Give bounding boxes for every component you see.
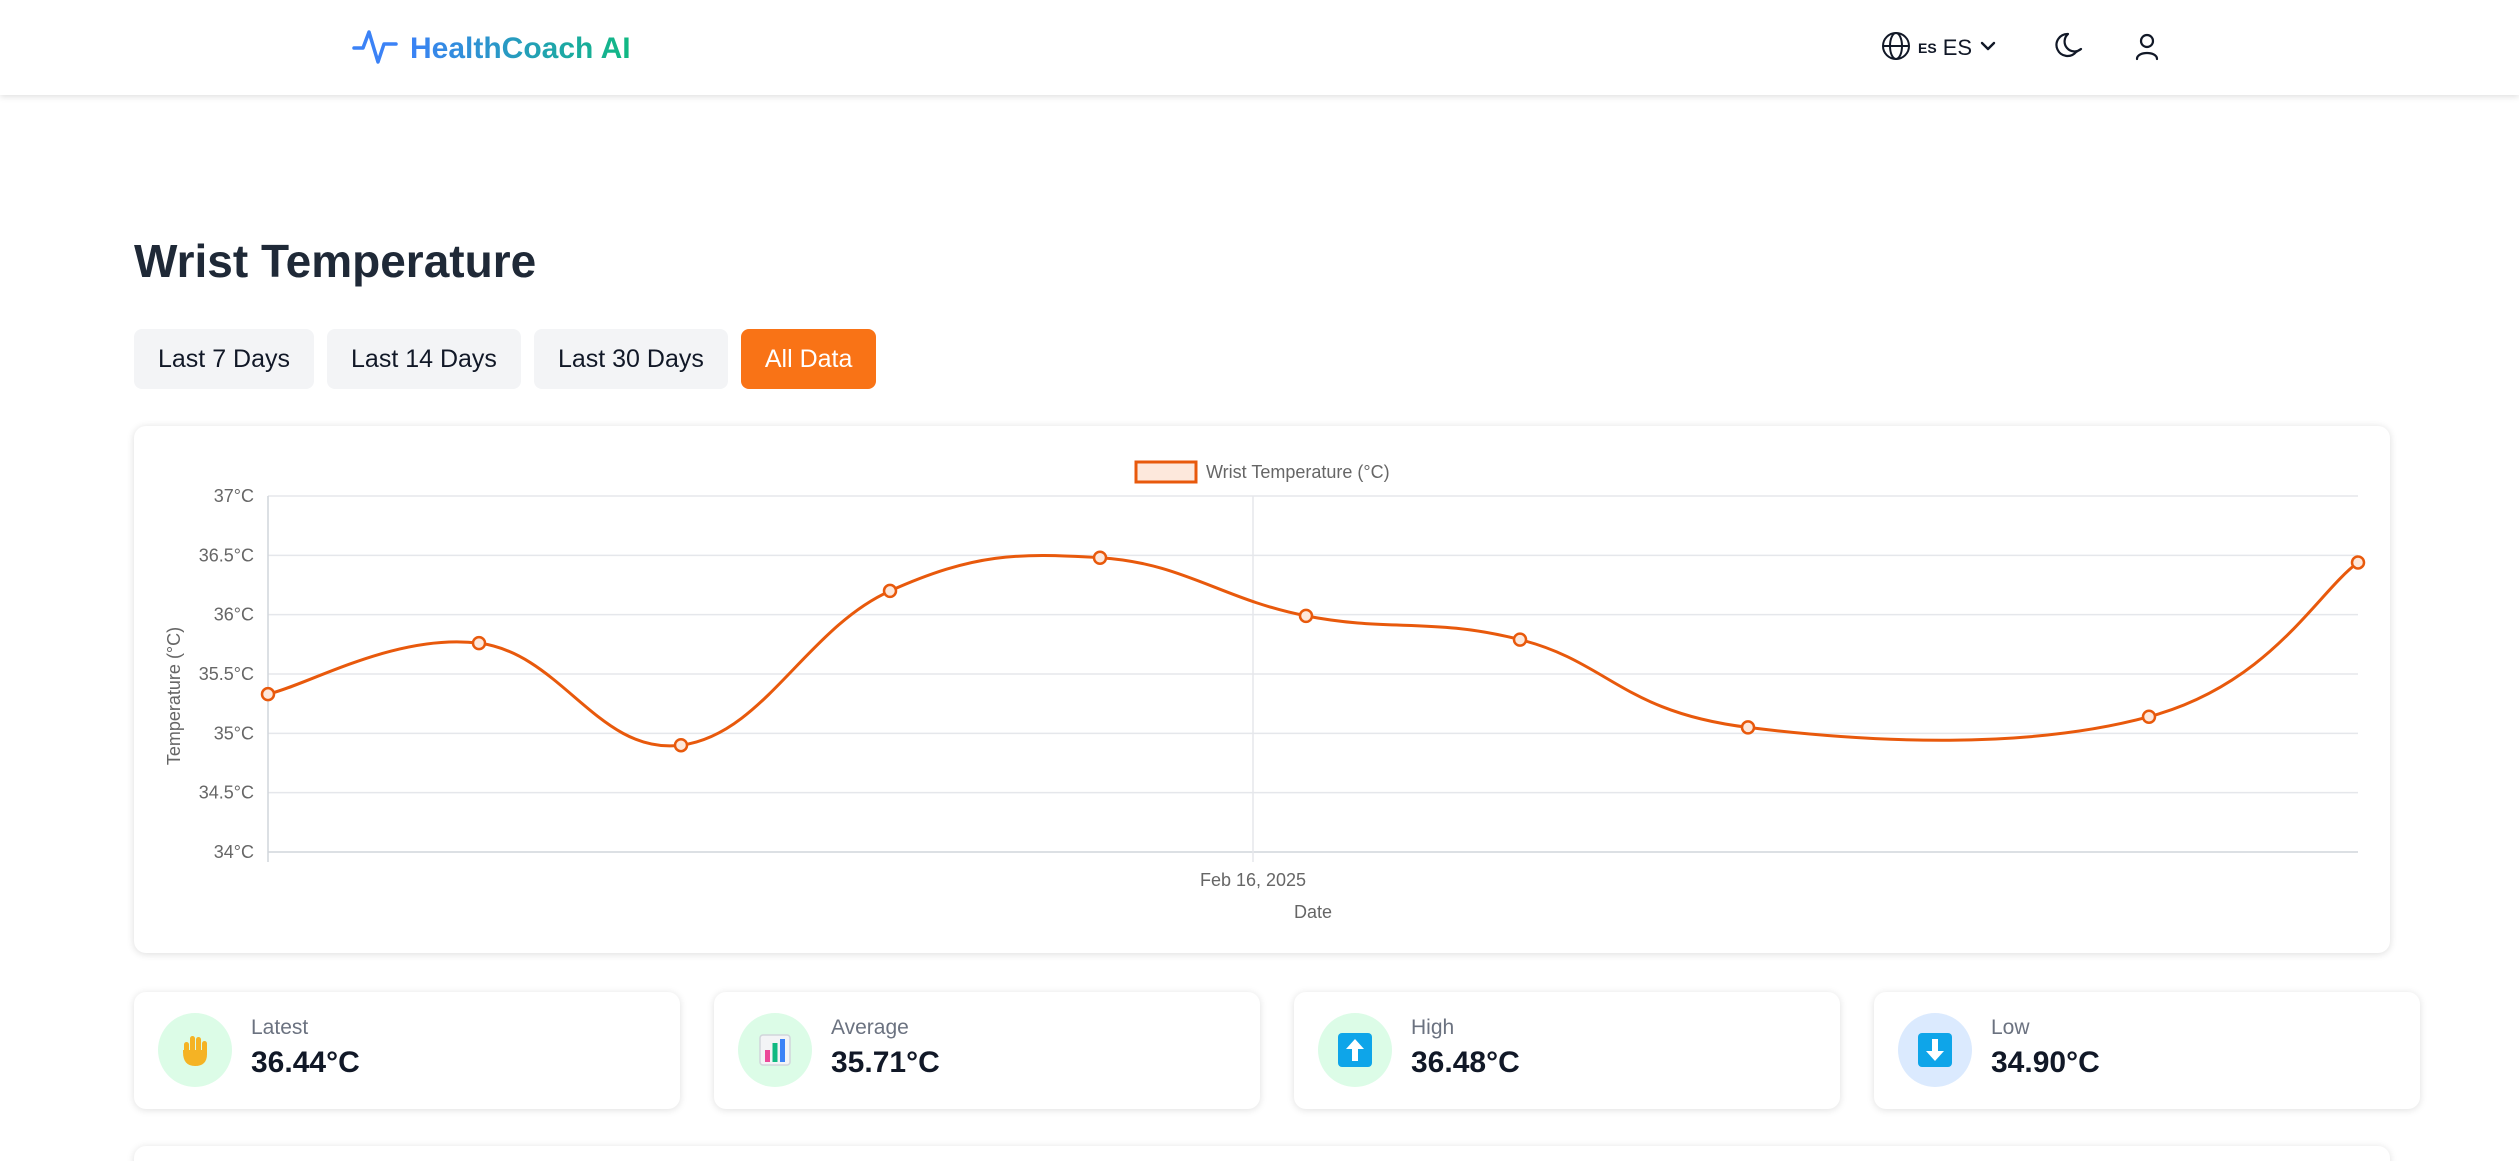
data-point[interactable]	[2141, 709, 2157, 724]
range-all-data-button[interactable]: All Data	[740, 329, 877, 389]
top-navbar: HealthCoach AI ES ES	[0, 0, 2519, 95]
moon-icon	[2054, 30, 2086, 67]
data-point[interactable]	[260, 686, 276, 702]
hand-icon	[158, 1013, 232, 1087]
page-title: Wrist Temperature	[134, 235, 537, 287]
brand-name: HealthCoach AI	[410, 27, 631, 71]
brand-logo[interactable]: HealthCoach AI	[352, 24, 631, 73]
data-point[interactable]	[1298, 608, 1314, 624]
chart-card: 34°C 34.5°C 35°C 35.5°C 36°C 36.5°C 37°C Wrist…	[134, 426, 2390, 953]
up-arrow-icon	[1318, 1013, 1392, 1087]
bar-chart-icon	[738, 1013, 812, 1087]
stat-card-latest: Latest 36.44°C	[134, 992, 680, 1109]
data-point[interactable]	[471, 635, 487, 651]
stat-value: 34.90°C	[1991, 1046, 2100, 1079]
profile-button[interactable]	[2127, 28, 2167, 68]
user-icon	[2131, 30, 2163, 67]
data-point[interactable]	[1092, 550, 1108, 565]
range-last-7-days-button[interactable]: Last 7 Days	[134, 329, 315, 389]
stat-label: High	[1411, 1016, 1455, 1039]
data-point[interactable]	[673, 737, 689, 753]
stat-value: 35.71°C	[831, 1046, 940, 1079]
stat-label: Latest	[251, 1016, 309, 1039]
data-point[interactable]	[2350, 555, 2366, 570]
legend-swatch	[1134, 460, 1198, 484]
language-flag-text: ES	[1918, 40, 1937, 56]
y-axis-title: Temperature (°C)	[164, 627, 184, 765]
series-line	[267, 554, 2359, 748]
chart-legend[interactable]: Wrist Temperature (°C)	[1134, 460, 1390, 484]
y-tick-label: 34.5°C	[199, 783, 254, 803]
y-tick-label: 35.5°C	[199, 664, 254, 684]
data-point[interactable]	[1512, 632, 1528, 647]
language-selector[interactable]: ES ES	[1880, 28, 1998, 68]
y-tick-label: 35°C	[214, 723, 254, 743]
secondary-card	[134, 1146, 2390, 1161]
stat-value: 36.44°C	[251, 1046, 360, 1079]
language-code: ES	[1942, 35, 1973, 60]
data-point[interactable]	[882, 583, 898, 599]
x-axis-title: Date	[1294, 902, 1332, 922]
stats-row: Latest 36.44°C Average 35.71°C High 36.4…	[134, 992, 2420, 1109]
legend-label: Wrist Temperature (°C)	[1206, 462, 1390, 482]
stat-label: Low	[1991, 1016, 2030, 1039]
stat-value: 36.48°C	[1411, 1046, 1520, 1079]
y-tick-label: 36.5°C	[199, 545, 254, 565]
theme-toggle-button[interactable]	[2050, 28, 2090, 68]
temperature-chart: 34°C 34.5°C 35°C 35.5°C 36°C 36.5°C 37°C Wrist…	[164, 460, 2366, 922]
x-tick-label: Feb 16, 2025	[1200, 870, 1306, 890]
y-tick-label: 37°C	[214, 486, 254, 506]
globe-icon	[1880, 30, 1912, 67]
stat-card-average: Average 35.71°C	[714, 992, 1260, 1109]
data-point[interactable]	[1740, 720, 1756, 735]
stat-card-high: High 36.48°C	[1294, 992, 1840, 1109]
y-tick-label: 34°C	[214, 842, 254, 862]
range-last-30-days-button[interactable]: Last 30 Days	[533, 329, 728, 389]
down-arrow-icon	[1898, 1013, 1972, 1087]
heartbeat-icon	[352, 24, 398, 73]
y-tick-label: 36°C	[214, 605, 254, 625]
range-last-14-days-button[interactable]: Last 14 Days	[327, 329, 521, 389]
range-selector: Last 7 Days Last 14 Days Last 30 Days Al…	[134, 329, 877, 389]
stat-label: Average	[831, 1016, 909, 1039]
stat-card-low: Low 34.90°C	[1874, 992, 2420, 1109]
chevron-down-icon	[1978, 36, 1998, 61]
